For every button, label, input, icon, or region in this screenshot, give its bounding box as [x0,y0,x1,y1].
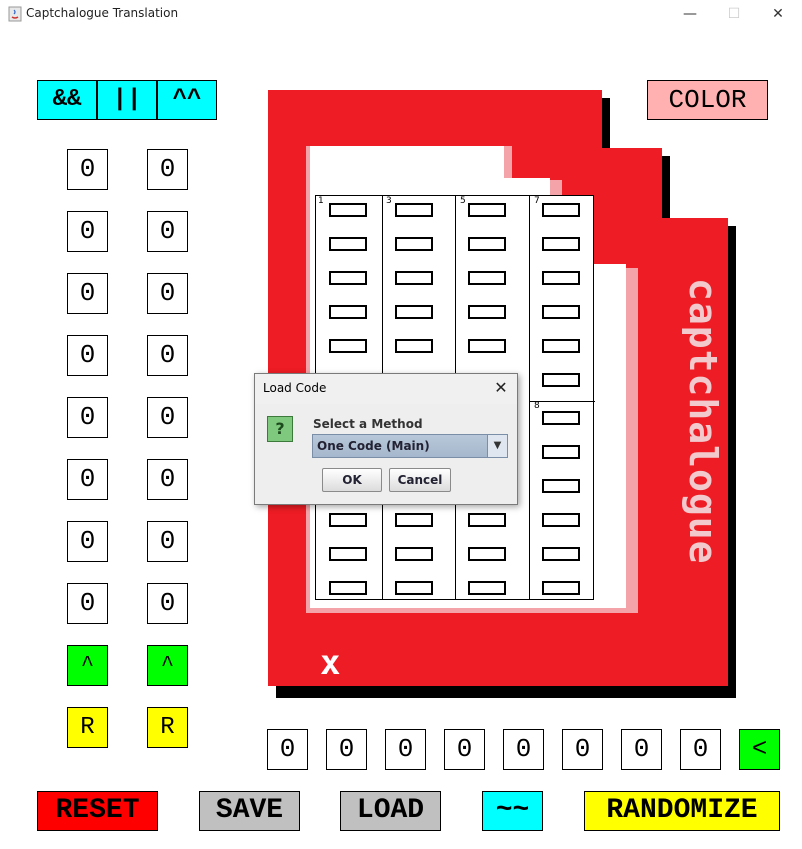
code-slot[interactable] [329,203,367,217]
code-slot[interactable] [395,339,433,353]
code-slot[interactable] [468,513,506,527]
right-bit-4[interactable]: 0 [147,335,188,376]
code-slot[interactable] [542,445,580,459]
code-slot[interactable] [329,513,367,527]
code-slot[interactable] [542,271,580,285]
code-slot[interactable] [395,203,433,217]
dialog-body: ? Select a Method One Code (Main) ▼ OK C… [255,404,517,504]
cancel-button[interactable]: Cancel [389,468,451,492]
code-slot[interactable] [468,339,506,353]
left-bit-6[interactable]: 0 [67,459,108,500]
code-slot[interactable] [329,237,367,251]
code-slot[interactable] [542,339,580,353]
right-bit-3[interactable]: 0 [147,273,188,314]
code-slot[interactable] [395,547,433,561]
method-select-value: One Code (Main) [317,439,430,453]
card-mark: x [320,643,340,683]
code-slot[interactable] [395,237,433,251]
bottom-bit-7[interactable]: 0 [621,729,662,770]
grid-column-number: 3 [386,196,392,206]
xor-operator-button[interactable]: ^^ [157,80,217,120]
left-bit-4[interactable]: 0 [67,335,108,376]
chevron-down-icon[interactable]: ▼ [487,435,507,457]
bottom-bit-5[interactable]: 0 [503,729,544,770]
code-slot[interactable] [395,513,433,527]
right-bit-7[interactable]: 0 [147,521,188,562]
code-slot[interactable] [542,237,580,251]
ok-button[interactable]: OK [322,468,382,492]
code-slot[interactable] [395,271,433,285]
code-slot[interactable] [329,547,367,561]
enter-button[interactable]: < [739,729,780,770]
code-slot[interactable] [395,305,433,319]
grid-column-divider [529,196,530,599]
dialog-title: Load Code [263,381,327,395]
left-bit-3[interactable]: 0 [67,273,108,314]
load-code-dialog: Load Code ✕ ? Select a Method One Code (… [254,373,518,505]
left-bit-5[interactable]: 0 [67,397,108,438]
right-shift-up-button[interactable]: ^ [147,645,188,686]
or-operator-button[interactable]: || [97,80,157,120]
tilde-button[interactable]: ~~ [482,791,543,831]
bottom-bit-4[interactable]: 0 [444,729,485,770]
right-bit-2[interactable]: 0 [147,211,188,252]
left-bit-8[interactable]: 0 [67,583,108,624]
left-bit-2[interactable]: 0 [67,211,108,252]
grid-column-number: 8 [534,401,540,411]
question-icon: ? [267,416,293,442]
code-slot[interactable] [542,203,580,217]
code-slot[interactable] [468,581,506,595]
left-shift-up-button[interactable]: ^ [67,645,108,686]
bottom-bit-8[interactable]: 0 [680,729,721,770]
right-bit-1[interactable]: 0 [147,149,188,190]
code-slot[interactable] [542,581,580,595]
bottom-bit-3[interactable]: 0 [385,729,426,770]
method-select[interactable]: One Code (Main) ▼ [312,434,508,458]
bottom-bit-6[interactable]: 0 [562,729,603,770]
code-slot[interactable] [542,547,580,561]
and-operator-button[interactable]: && [37,80,97,120]
save-button[interactable]: SAVE [199,791,300,831]
code-slot[interactable] [542,479,580,493]
left-bit-7[interactable]: 0 [67,521,108,562]
right-bit-6[interactable]: 0 [147,459,188,500]
select-method-label: Select a Method [313,417,423,431]
code-slot[interactable] [468,547,506,561]
code-slot[interactable] [395,581,433,595]
minimize-button[interactable]: — [670,4,710,24]
randomize-button[interactable]: RANDOMIZE [584,791,780,831]
code-slot[interactable] [542,411,580,425]
window-titlebar: Captchalogue Translation — ☐ ✕ [0,0,802,30]
code-slot[interactable] [468,305,506,319]
code-slot[interactable] [542,513,580,527]
maximize-button[interactable]: ☐ [714,4,754,24]
reset-button[interactable]: RESET [37,791,158,831]
bottom-bit-2[interactable]: 0 [326,729,367,770]
load-button[interactable]: LOAD [340,791,441,831]
card-brand-text: captchalogue [681,278,725,565]
right-bit-8[interactable]: 0 [147,583,188,624]
code-slot[interactable] [542,305,580,319]
left-reset-button[interactable]: R [67,707,108,748]
code-slot[interactable] [468,203,506,217]
grid-column-number: 1 [318,196,324,206]
grid-column-number: 7 [534,196,540,206]
code-slot[interactable] [468,237,506,251]
code-slot[interactable] [329,339,367,353]
right-bit-5[interactable]: 0 [147,397,188,438]
grid-column-number: 5 [460,196,466,206]
close-window-button[interactable]: ✕ [758,4,798,24]
bottom-bit-1[interactable]: 0 [267,729,308,770]
java-app-icon [8,6,22,22]
dialog-close-icon[interactable]: ✕ [489,376,513,400]
right-reset-button[interactable]: R [147,707,188,748]
code-slot[interactable] [329,305,367,319]
code-slot[interactable] [468,271,506,285]
code-slot[interactable] [542,373,580,387]
window-title: Captchalogue Translation [26,6,179,20]
code-slot[interactable] [329,271,367,285]
left-bit-1[interactable]: 0 [67,149,108,190]
code-slot[interactable] [329,581,367,595]
